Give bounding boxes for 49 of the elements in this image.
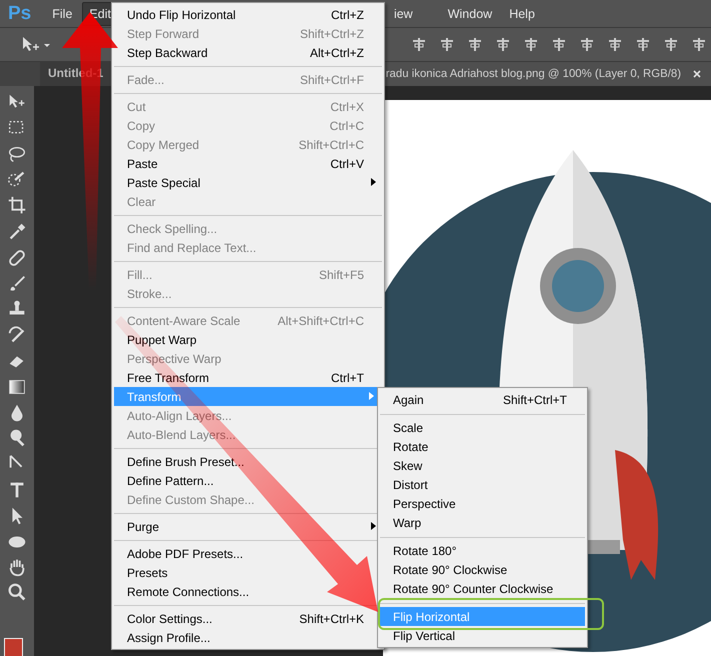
align-icon[interactable] [551, 36, 567, 52]
align-icon[interactable] [523, 36, 539, 52]
shortcut-label: Ctrl+T [331, 370, 364, 384]
shortcut-label: Shift+Ctrl+K [299, 612, 364, 626]
close-icon[interactable] [693, 70, 701, 78]
menu-bar-item[interactable]: Window [440, 2, 500, 26]
shortcut-label: Ctrl+C [330, 118, 364, 132]
menu-item[interactable]: Flip Vertical [378, 626, 587, 645]
menu-item[interactable]: Paste Special [112, 173, 384, 192]
align-icon[interactable] [663, 36, 679, 52]
shortcut-label: Ctrl+Z [331, 8, 364, 22]
menu-item[interactable]: Skew [378, 456, 587, 475]
menu-item[interactable]: Step Backward Alt+Ctrl+Z [112, 43, 384, 62]
menu-item[interactable]: Paste Ctrl+V [112, 154, 384, 173]
shortcut-label: Alt+Shift+Ctrl+C [278, 314, 364, 328]
shortcut-label: Alt+Ctrl+Z [310, 46, 364, 60]
shortcut-label: Ctrl+V [330, 156, 364, 170]
shortcut-label: Ctrl+X [330, 100, 364, 114]
menu-item[interactable]: Warp [378, 513, 587, 532]
app-logo: Ps [8, 2, 32, 24]
align-icon[interactable] [635, 36, 651, 52]
align-icon[interactable] [691, 36, 707, 52]
menu-item[interactable]: Perspective [378, 494, 587, 513]
shortcut-label: Shift+F5 [318, 268, 364, 282]
menu-item[interactable]: Rotate 180° [378, 541, 587, 560]
menu-item[interactable]: Distort [378, 475, 587, 494]
menu-item[interactable]: Rotate [378, 437, 587, 456]
align-icon[interactable] [467, 36, 483, 52]
shortcut-label: Shift+Ctrl+C [298, 138, 364, 152]
submenu-arrow-icon [369, 392, 374, 400]
shortcut-label: Shift+Ctrl+T [502, 392, 567, 406]
shortcut-label: Shift+Ctrl+Z [300, 26, 364, 40]
menu-item[interactable]: Puppet Warp [112, 330, 384, 349]
menu-bar-item[interactable]: iew [386, 2, 420, 26]
align-icon[interactable] [607, 36, 623, 52]
align-icon[interactable] [579, 36, 595, 52]
shortcut-label: Shift+Ctrl+F [300, 72, 364, 86]
color-swatch[interactable] [4, 638, 23, 656]
align-icon[interactable] [495, 36, 511, 52]
menu-item[interactable]: Rotate 90° Clockwise [378, 560, 587, 579]
submenu-arrow-icon [371, 522, 376, 530]
menu-item[interactable]: Scale [378, 418, 587, 437]
menu-item[interactable]: Rotate 90° Counter Clockwise [378, 579, 587, 598]
align-icon[interactable] [411, 36, 427, 52]
menu-bar-item[interactable]: File [45, 2, 80, 26]
submenu-arrow-icon [371, 178, 376, 186]
menu-bar-item[interactable]: Help [502, 2, 542, 26]
align-icon[interactable] [439, 36, 455, 52]
menu-item[interactable]: Free Transform Ctrl+T [112, 368, 384, 387]
